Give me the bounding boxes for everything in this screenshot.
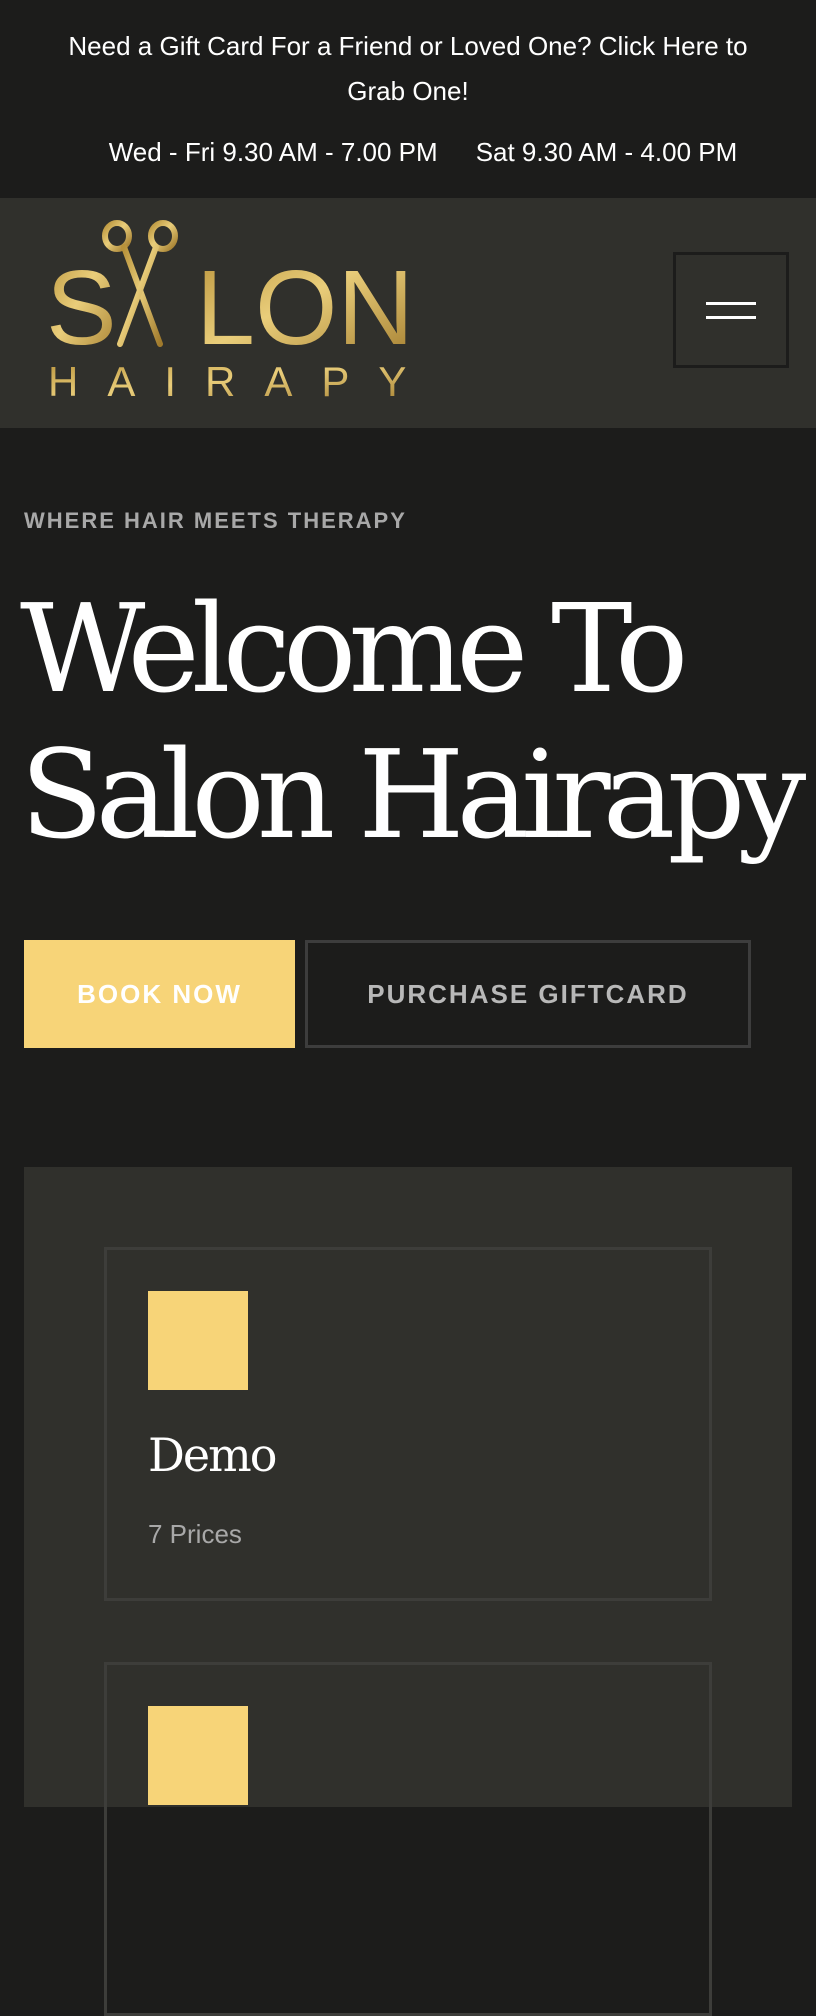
hours-weekday: Wed - Fri 9.30 AM - 7.00 PM xyxy=(108,137,438,167)
menu-toggle-button[interactable] xyxy=(673,252,789,368)
service-title: Demo xyxy=(148,1428,277,1482)
opening-hours: Wed - Fri 9.30 AM - 7.00 PM Sat 9.30 AM … xyxy=(0,134,816,170)
service-color-swatch xyxy=(148,1291,248,1390)
service-card[interactable] xyxy=(104,1662,712,2016)
services-panel: Demo 7 Prices xyxy=(24,1167,792,2016)
hero-title-line1: Welcome To xyxy=(20,578,688,720)
svg-text:S: S xyxy=(48,249,117,367)
service-price-count: 7 Prices xyxy=(148,1519,242,1549)
hamburger-icon xyxy=(706,301,756,305)
hero-title-line2: Salon Hairapy xyxy=(20,724,806,866)
hours-saturday: Sat 9.30 AM - 4.00 PM xyxy=(475,137,738,167)
svg-text:LON: LON xyxy=(196,249,414,367)
hero-section: Where hair meets therapy Welcome To Salo… xyxy=(0,428,816,1132)
hamburger-icon xyxy=(706,315,756,319)
book-now-button[interactable]: Book Now xyxy=(24,940,295,1048)
purchase-giftcard-button[interactable]: Purchase Giftcard xyxy=(305,940,751,1048)
gift-card-link[interactable]: Need a Gift Card For a Friend or Loved O… xyxy=(38,24,778,114)
site-header: S LON HAIRAPY xyxy=(0,198,816,428)
hero-title: Welcome To Salon Hairapy xyxy=(20,576,810,868)
hero-tagline: Where hair meets therapy xyxy=(24,508,407,533)
service-color-swatch xyxy=(148,1706,248,1805)
announcement-bar: Need a Gift Card For a Friend or Loved O… xyxy=(0,0,816,198)
salon-hairapy-logo[interactable]: S LON HAIRAPY xyxy=(46,220,418,405)
service-card[interactable]: Demo 7 Prices xyxy=(104,1247,712,1601)
svg-text:HAIRAPY: HAIRAPY xyxy=(48,358,418,405)
